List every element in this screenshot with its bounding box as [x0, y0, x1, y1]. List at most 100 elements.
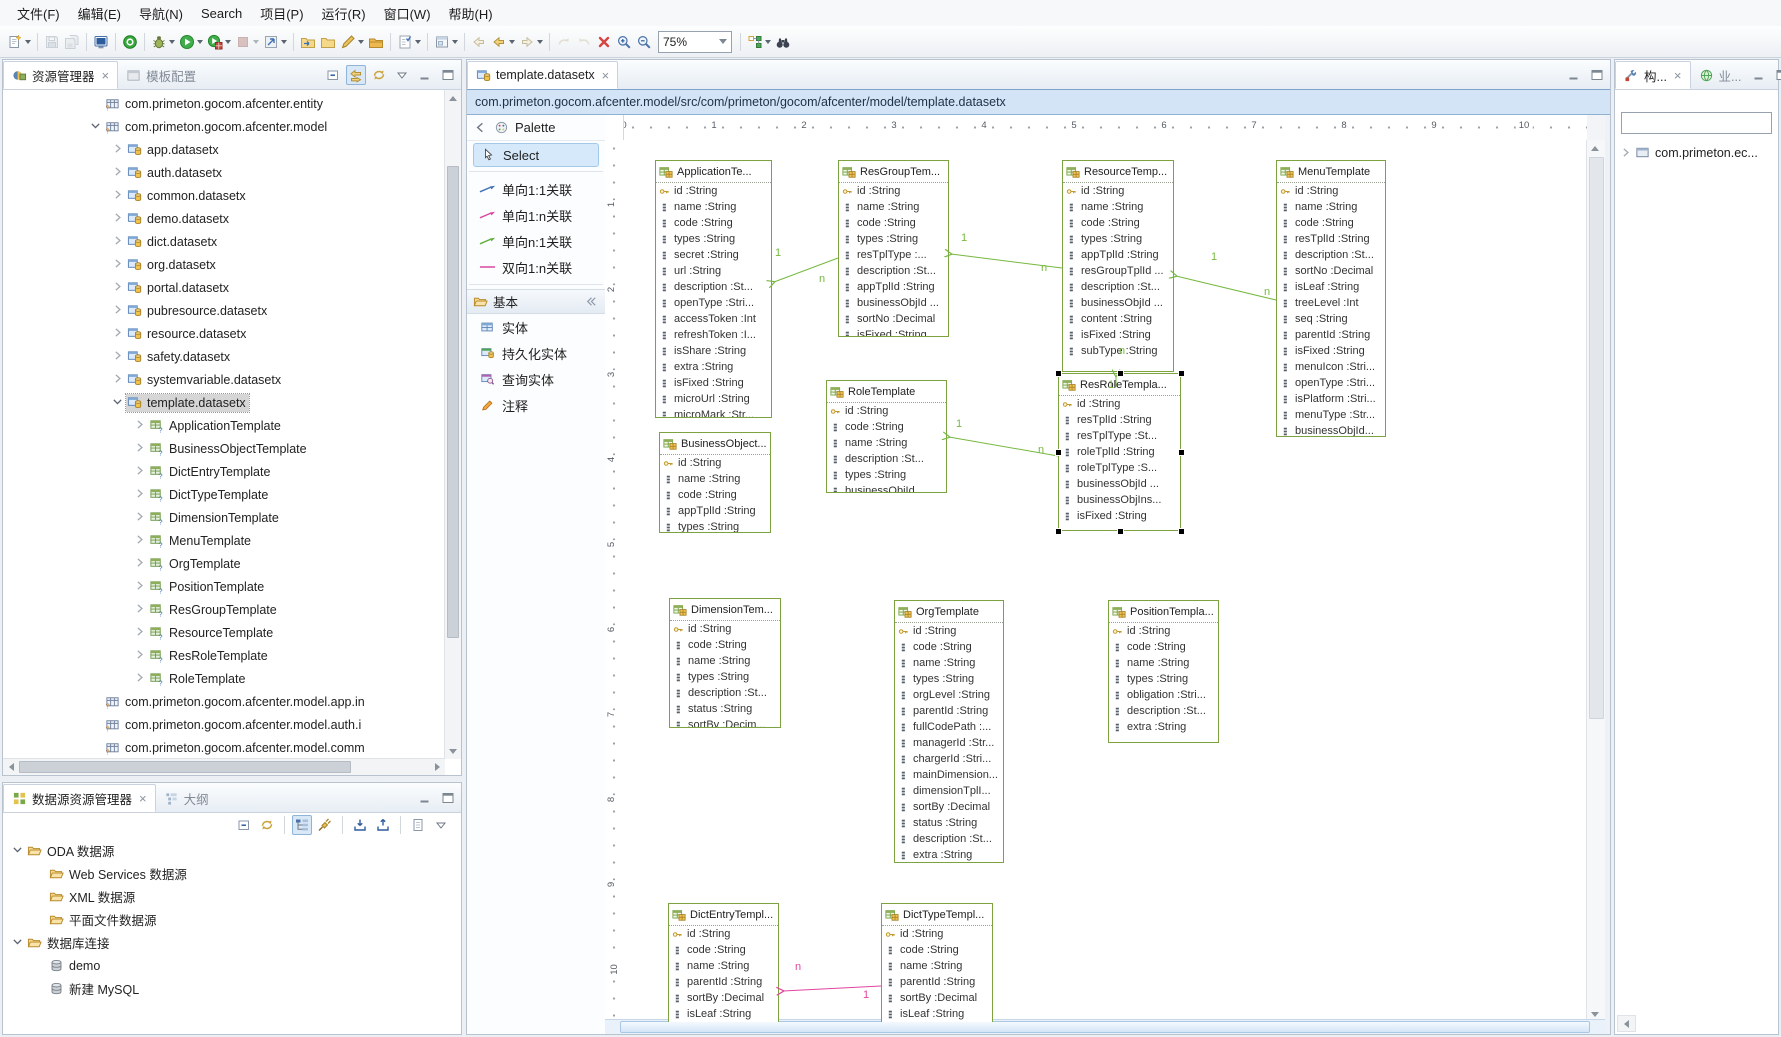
- tree-item[interactable]: dict.datasetx: [3, 230, 445, 253]
- new-wizard-button[interactable]: [5, 30, 33, 54]
- entity-field[interactable]: id :String: [656, 183, 771, 199]
- entity-field[interactable]: name :String: [895, 655, 1003, 671]
- entity-field[interactable]: types :String: [827, 467, 946, 483]
- entity-field[interactable]: id :String: [669, 926, 778, 942]
- entity-field[interactable]: name :String: [1277, 199, 1385, 215]
- breadcrumb[interactable]: com.primeton.gocom.afcenter.model/src/co…: [467, 89, 1610, 115]
- entity-field[interactable]: appTplId :String: [1063, 247, 1173, 263]
- tree-item[interactable]: ?PositionTemplate: [3, 575, 445, 598]
- entity-field[interactable]: isFixed :String: [839, 327, 948, 337]
- selection-handle[interactable]: [1055, 370, 1062, 377]
- collapse-all-button[interactable]: [323, 65, 343, 85]
- palette-relation-tool-0[interactable]: 单向1:1关联: [467, 176, 605, 202]
- stop-button[interactable]: [233, 30, 261, 54]
- zoom-level-combo[interactable]: 75%: [658, 31, 732, 53]
- menu-item-2[interactable]: 导航(N): [130, 1, 192, 26]
- dropdown-arrow-icon[interactable]: [509, 40, 515, 44]
- dropdown-arrow-icon[interactable]: [169, 40, 175, 44]
- chevron-right-icon[interactable]: [133, 510, 148, 525]
- entity-field[interactable]: extra :String: [656, 359, 771, 375]
- entity-field[interactable]: name :String: [1063, 199, 1173, 215]
- tree-item[interactable]: auth.datasetx: [3, 161, 445, 184]
- redo-button[interactable]: [574, 30, 594, 54]
- entity-resourcetemp[interactable]: ResourceTemp...id :Stringname :Stringcod…: [1062, 160, 1174, 372]
- chevron-down-icon[interactable]: [89, 119, 104, 134]
- minimize-button[interactable]: [415, 788, 435, 808]
- entity-field[interactable]: obligation :Stri...: [1109, 687, 1218, 703]
- tab-数据源资源管理器[interactable]: 数据源资源管理器×: [3, 784, 156, 812]
- server-start-button[interactable]: [120, 30, 140, 54]
- chevron-spacer[interactable]: [89, 740, 104, 755]
- entity-menutemplate[interactable]: MenuTemplateid :Stringname :Stringcode :…: [1276, 160, 1386, 437]
- run-button[interactable]: [177, 30, 205, 54]
- chevron-spacer[interactable]: [89, 694, 104, 709]
- back-button[interactable]: [489, 30, 517, 54]
- menu-item-4[interactable]: 项目(P): [251, 1, 312, 26]
- dropdown-arrow-icon[interactable]: [358, 40, 364, 44]
- entity-field[interactable]: managerId :Str...: [895, 735, 1003, 751]
- tree-item[interactable]: ?com.primeton.gocom.afcenter.model.comm: [3, 736, 445, 759]
- open-folder-button[interactable]: [318, 30, 338, 54]
- selection-handle[interactable]: [1178, 449, 1185, 456]
- last-edit-location-button[interactable]: [469, 30, 489, 54]
- entity-field[interactable]: treeLevel :Int: [1277, 295, 1385, 311]
- tree-item[interactable]: resource.datasetx: [3, 322, 445, 345]
- entity-field[interactable]: microUrl :String: [656, 391, 771, 407]
- tree-item[interactable]: systemvariable.datasetx: [3, 368, 445, 391]
- entity-dimensiontem[interactable]: DimensionTem...id :Stringcode :Stringnam…: [669, 598, 781, 728]
- tree-item[interactable]: pubresource.datasetx: [3, 299, 445, 322]
- entity-field[interactable]: businessObjId ...: [1063, 295, 1173, 311]
- tree-item[interactable]: ?ResGroupTemplate: [3, 598, 445, 621]
- diagram-canvas[interactable]: ApplicationTe...id :Stringname :Stringco…: [623, 140, 1586, 1022]
- entity-field[interactable]: id :String: [670, 621, 780, 637]
- save-button[interactable]: [42, 30, 62, 54]
- chevron-right-icon[interactable]: [133, 671, 148, 686]
- debug-button[interactable]: [149, 30, 177, 54]
- entity-field[interactable]: code :String: [1277, 215, 1385, 231]
- entity-field[interactable]: status :String: [670, 701, 780, 717]
- entity-field[interactable]: types :String: [656, 231, 771, 247]
- form-editor-button[interactable]: [432, 30, 460, 54]
- entity-field[interactable]: name :String: [827, 435, 946, 451]
- palette-relation-tool-3[interactable]: 双向1:n关联: [467, 254, 605, 280]
- entity-field[interactable]: url :String: [656, 263, 771, 279]
- chevron-right-icon[interactable]: [111, 188, 126, 203]
- entity-applicationte[interactable]: ApplicationTe...id :Stringname :Stringco…: [655, 160, 772, 418]
- chevron-spacer[interactable]: [33, 866, 48, 881]
- chevron-right-icon[interactable]: [133, 441, 148, 456]
- entity-field[interactable]: sortNo :Decimal: [839, 311, 948, 327]
- entity-field[interactable]: id :String: [839, 183, 948, 199]
- entity-field[interactable]: id :String: [882, 926, 992, 942]
- entity-field[interactable]: isPlatform :Stri...: [1277, 391, 1385, 407]
- chevron-spacer[interactable]: [89, 96, 104, 111]
- entity-field[interactable]: businessObjId ...: [839, 295, 948, 311]
- entity-field[interactable]: types :String: [1109, 671, 1218, 687]
- entity-field[interactable]: isShare :String: [656, 343, 771, 359]
- chevron-right-icon[interactable]: [111, 142, 126, 157]
- new-profile-button[interactable]: [408, 815, 428, 835]
- tree-item[interactable]: ?com.primeton.gocom.afcenter.model: [3, 115, 445, 138]
- entity-field[interactable]: resGroupTplId ...: [1063, 263, 1173, 279]
- import-profile-button[interactable]: [350, 815, 370, 835]
- maximize-button[interactable]: [1772, 65, 1781, 85]
- selection-handle[interactable]: [1178, 528, 1185, 535]
- entity-field[interactable]: code :String: [882, 942, 992, 958]
- entity-field[interactable]: isLeaf :String: [882, 1006, 992, 1022]
- tree-item[interactable]: common.datasetx: [3, 184, 445, 207]
- palette-entity-tool-2[interactable]: 查询实体: [467, 366, 605, 392]
- palette-group-basic[interactable]: 基本: [467, 289, 605, 314]
- zoom-out-button[interactable]: [634, 30, 654, 54]
- tree-item[interactable]: com.primeton.ec...: [1617, 142, 1778, 164]
- tree-item[interactable]: ?RoleTemplate: [3, 667, 445, 690]
- dropdown-arrow-icon[interactable]: [537, 40, 543, 44]
- chevron-right-icon[interactable]: [133, 556, 148, 571]
- entity-field[interactable]: code :String: [1109, 639, 1218, 655]
- entity-field[interactable]: dimensionTplI...: [895, 783, 1003, 799]
- entity-field[interactable]: code :String: [827, 419, 946, 435]
- chevron-right-icon[interactable]: [133, 625, 148, 640]
- tab-业[interactable]: 业...: [1691, 61, 1750, 89]
- chevron-right-icon[interactable]: [133, 487, 148, 502]
- close-icon[interactable]: ×: [1674, 69, 1682, 82]
- minimize-button[interactable]: [1749, 65, 1769, 85]
- selection-handle[interactable]: [1178, 370, 1185, 377]
